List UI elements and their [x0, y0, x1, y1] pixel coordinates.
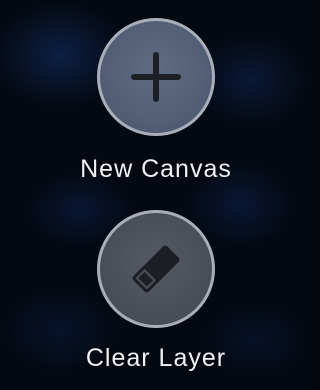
plus-icon — [131, 52, 181, 102]
new-canvas-button[interactable] — [97, 18, 215, 136]
eraser-icon — [132, 245, 180, 293]
clear-layer-label: Clear Layer — [85, 344, 227, 372]
new-canvas-action: New Canvas — [0, 18, 312, 183]
clear-layer-action: Clear Layer — [0, 210, 312, 372]
force-touch-menu: New Canvas Clear Layer — [0, 0, 312, 390]
clear-layer-button[interactable] — [97, 210, 215, 328]
new-canvas-label: New Canvas — [80, 155, 232, 183]
